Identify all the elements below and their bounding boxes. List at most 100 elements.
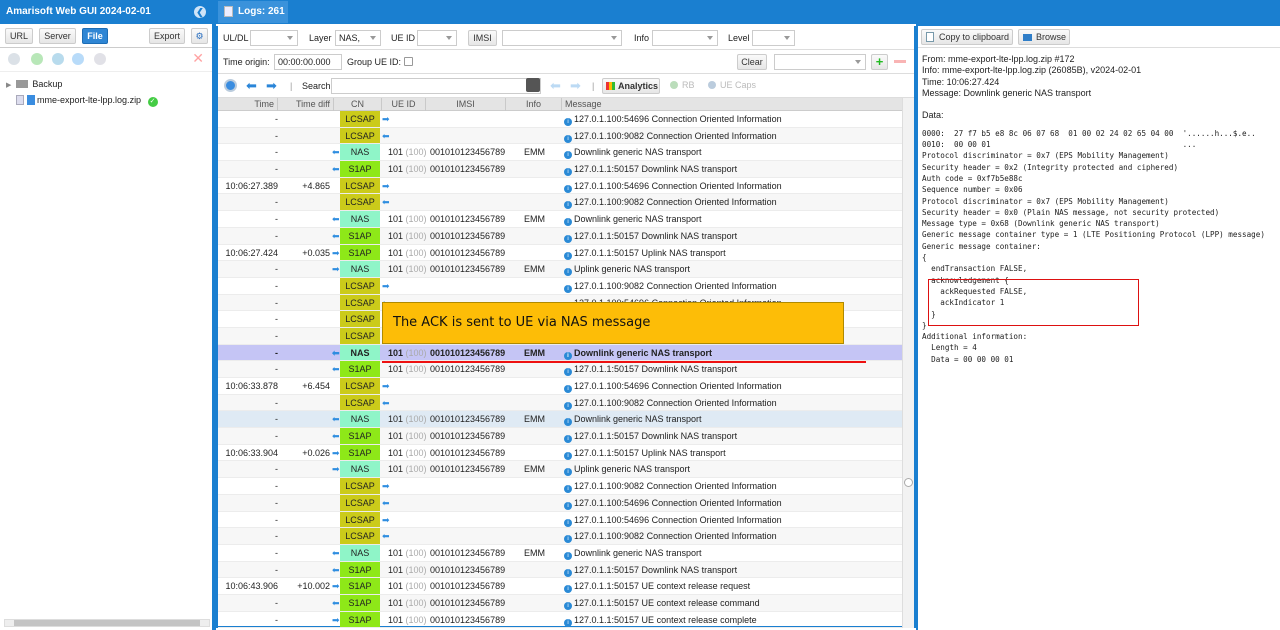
imsi-select[interactable] [502, 30, 622, 46]
table-row[interactable]: - ⬅ NAS 101 (100) 001010123456789 EMM i Downlin… [218, 544, 904, 562]
preset-select[interactable] [774, 54, 866, 70]
info-icon[interactable]: i [564, 118, 572, 126]
table-row[interactable]: - ⬅ S1AP 101 (100) 001010123456789 i 127.0.1.1… [218, 227, 904, 245]
info-icon[interactable]: i [564, 268, 572, 277]
add-icon[interactable]: + [871, 54, 888, 70]
check-icon[interactable] [31, 53, 43, 65]
table-row[interactable]: - ⬅ NAS 101 (100) 001010123456789 EMM i Downlin… [218, 344, 904, 362]
info-icon[interactable]: i [564, 351, 572, 360]
info-icon[interactable]: i [564, 168, 572, 177]
tab-logs[interactable]: Logs: 261 [218, 1, 288, 23]
rb-button[interactable]: RB [670, 80, 695, 90]
table-row[interactable]: - ➡ S1AP 101 (100) 001010123456789 i 127.0.1.1… [218, 611, 904, 628]
gear-icon[interactable] [94, 53, 106, 65]
info-icon[interactable]: i [564, 518, 572, 527]
table-row[interactable]: - ⬅ LCSAP i 127.0.1.100:9082 Connection Ori… [218, 127, 904, 145]
scrollbar-thumb[interactable] [14, 620, 200, 626]
info-icon[interactable]: i [564, 535, 572, 544]
table-row[interactable]: - ⬅ S1AP 101 (100) 001010123456789 i 127.0.1.1… [218, 428, 904, 445]
col-message[interactable]: Message [562, 98, 904, 111]
info-icon[interactable]: i [564, 601, 572, 610]
info-icon[interactable]: i [564, 435, 572, 444]
table-row[interactable]: - ⬅ LCSAP i 127.0.1.100:9082 Connection Ori… [218, 528, 904, 545]
info-icon[interactable]: i [564, 385, 572, 393]
play-icon[interactable] [72, 53, 84, 65]
delete-icon[interactable]: ✕ [192, 50, 204, 67]
scrollbar-handle[interactable] [904, 478, 913, 487]
table-row[interactable]: - ➡ LCSAP i 127.0.1.100:54696 Connection Or… [218, 111, 904, 128]
table-row[interactable]: - ➡ LCSAP i 127.0.1.100:54696 Connection Or… [218, 511, 904, 529]
table-row[interactable]: - ➡ LCSAP i 127.0.1.100:9082 Connection Ori… [218, 277, 904, 295]
collapse-panel-icon[interactable]: ❮ [194, 6, 206, 18]
refresh-icon[interactable] [52, 53, 64, 65]
table-row[interactable]: - ⬅ S1AP 101 (100) 001010123456789 i 127.0.1.1… [218, 561, 904, 579]
clock-icon[interactable] [224, 79, 237, 92]
info-icon[interactable]: i [564, 468, 572, 477]
col-imsi[interactable]: IMSI [426, 98, 506, 111]
info-icon[interactable]: i [564, 418, 572, 427]
table-row[interactable]: - ⬅ LCSAP i 127.0.1.100:9082 Connection Ori… [218, 394, 904, 412]
info-icon[interactable]: i [564, 551, 572, 560]
binoculars-icon[interactable] [526, 78, 540, 92]
tree-folder-backup[interactable]: ▶ Backup [6, 76, 206, 92]
info-icon[interactable]: i [564, 618, 572, 627]
search-input[interactable] [331, 78, 541, 94]
arrow-right-icon[interactable]: ➡ [266, 78, 277, 94]
browse-button[interactable]: Browse [1018, 29, 1070, 45]
col-time-diff[interactable]: Time diff [278, 98, 334, 111]
server-button[interactable]: Server [39, 28, 76, 44]
table-row[interactable]: 10:06:33.878 +6.454 ➡ LCSAP i 127.0.1.100:54… [218, 378, 904, 395]
level-select[interactable] [752, 30, 795, 46]
remove-icon[interactable] [894, 60, 906, 63]
ueid-select[interactable] [417, 30, 457, 46]
expand-arrow-icon[interactable]: ▶ [6, 82, 11, 89]
table-row[interactable]: 10:06:27.389 +4.865 ➡ LCSAP i 127.0.1.100:54… [218, 177, 904, 195]
info-icon[interactable]: i [564, 485, 572, 494]
info-icon[interactable]: i [564, 568, 572, 577]
info-icon[interactable]: i [564, 501, 572, 510]
table-row[interactable]: 10:06:27.424 +0.035 ➡ S1AP 101 (100) 00101012… [218, 244, 904, 262]
info-icon[interactable]: i [564, 201, 572, 210]
clear-button[interactable]: Clear [737, 54, 767, 70]
vertical-scrollbar[interactable] [902, 98, 914, 628]
table-row[interactable]: - ➡ NAS 101 (100) 001010123456789 EMM i Uplink … [218, 261, 904, 278]
uldl-select[interactable] [250, 30, 298, 46]
info-icon[interactable]: i [564, 284, 572, 293]
arrow-left-icon[interactable]: ⬅ [246, 78, 257, 94]
prev-match-icon[interactable]: ⬅ [550, 78, 561, 94]
wrench-icon[interactable] [8, 53, 20, 65]
table-row[interactable]: - ⬅ S1AP 101 (100) 001010123456789 i 127.0.1.1… [218, 594, 904, 612]
info-icon[interactable]: i [564, 218, 572, 227]
info-icon[interactable]: i [564, 184, 572, 193]
settings-icon[interactable]: ⚙ [191, 28, 208, 44]
file-button[interactable]: File [82, 28, 108, 44]
imsi-button[interactable]: IMSI [468, 30, 497, 46]
info-icon[interactable]: i [564, 585, 572, 594]
table-row[interactable]: - ⬅ LCSAP i 127.0.1.100:9082 Connection Ori… [218, 194, 904, 212]
info-icon[interactable]: i [564, 134, 572, 143]
table-row[interactable]: - ⬅ S1AP 101 (100) 001010123456789 i 127.0.1.1… [218, 361, 904, 378]
table-row[interactable]: -⬅LCSAP i127.0.1.100:54696 Connection Or… [218, 494, 904, 512]
info-select[interactable] [652, 30, 718, 46]
group-ueid-checkbox[interactable] [404, 57, 413, 66]
info-icon[interactable]: i [564, 234, 572, 243]
horizontal-scrollbar[interactable] [4, 619, 210, 627]
info-icon[interactable]: i [564, 151, 572, 160]
time-origin-input[interactable]: 00:00:00.000 [274, 54, 342, 70]
col-info[interactable]: Info [506, 98, 562, 111]
info-icon[interactable]: i [564, 251, 572, 260]
table-row[interactable]: 10:06:43.906 +10.002 ➡ S1AP 101 (100) 0010101… [218, 578, 904, 595]
info-icon[interactable]: i [564, 401, 572, 410]
info-icon[interactable]: i [564, 368, 572, 377]
table-row[interactable]: - ⬅ NAS 101 (100) 001010123456789 EMM i Downlin… [218, 411, 904, 429]
table-row[interactable]: - ➡ NAS 101 (100) 001010123456789 EMM i Uplink … [218, 461, 904, 479]
col-ue-id[interactable]: UE ID [382, 98, 426, 111]
copy-to-clipboard-button[interactable]: Copy to clipboard [921, 29, 1013, 45]
next-match-icon[interactable]: ➡ [570, 78, 581, 94]
table-row[interactable]: - ⬅ NAS 101 (100) 001010123456789 EMM i Downlin… [218, 211, 904, 228]
analytics-button[interactable]: Analytics [602, 78, 660, 94]
ue-caps-button[interactable]: UE Caps [708, 80, 756, 90]
col-cn[interactable]: CN [334, 98, 382, 111]
table-row[interactable]: - ⬅ NAS 101 (100) 001010123456789 EMM i Downlin… [218, 144, 904, 162]
export-button[interactable]: Export [149, 28, 185, 44]
